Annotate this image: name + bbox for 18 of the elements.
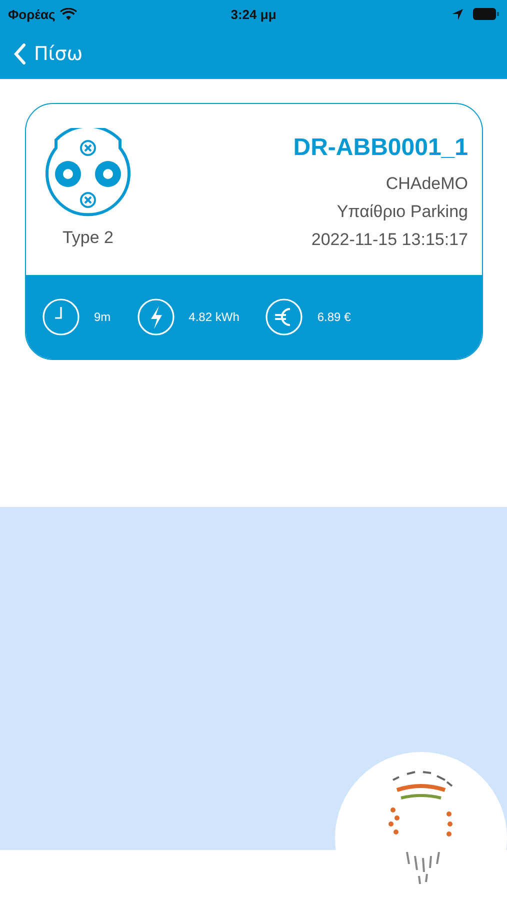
euro-icon (265, 298, 304, 336)
location-label: Υπαίθριο Parking (336, 202, 468, 222)
battery-icon (473, 8, 500, 20)
connector-type: Type 2 (62, 228, 114, 248)
back-button[interactable]: Πίσω (14, 42, 83, 64)
location-arrow-icon (452, 8, 464, 20)
stat-value: 4.82 kWh (188, 310, 240, 324)
stat-value: 9m (94, 310, 111, 324)
carrier-name: Φορέας (8, 6, 56, 22)
stat-value: 6.89 € (317, 310, 351, 324)
status-time: 3:24 μμ (230, 6, 276, 22)
plug-type: CHAdeMO (386, 174, 468, 194)
session-datetime: 2022-11-15 13:15:17 (311, 230, 468, 250)
wifi-icon (60, 8, 78, 20)
chevron-left-icon (14, 42, 26, 64)
station-id: DR-ABB0001_1 (293, 134, 468, 162)
lightning-icon (136, 298, 175, 336)
clock-icon (42, 298, 80, 336)
